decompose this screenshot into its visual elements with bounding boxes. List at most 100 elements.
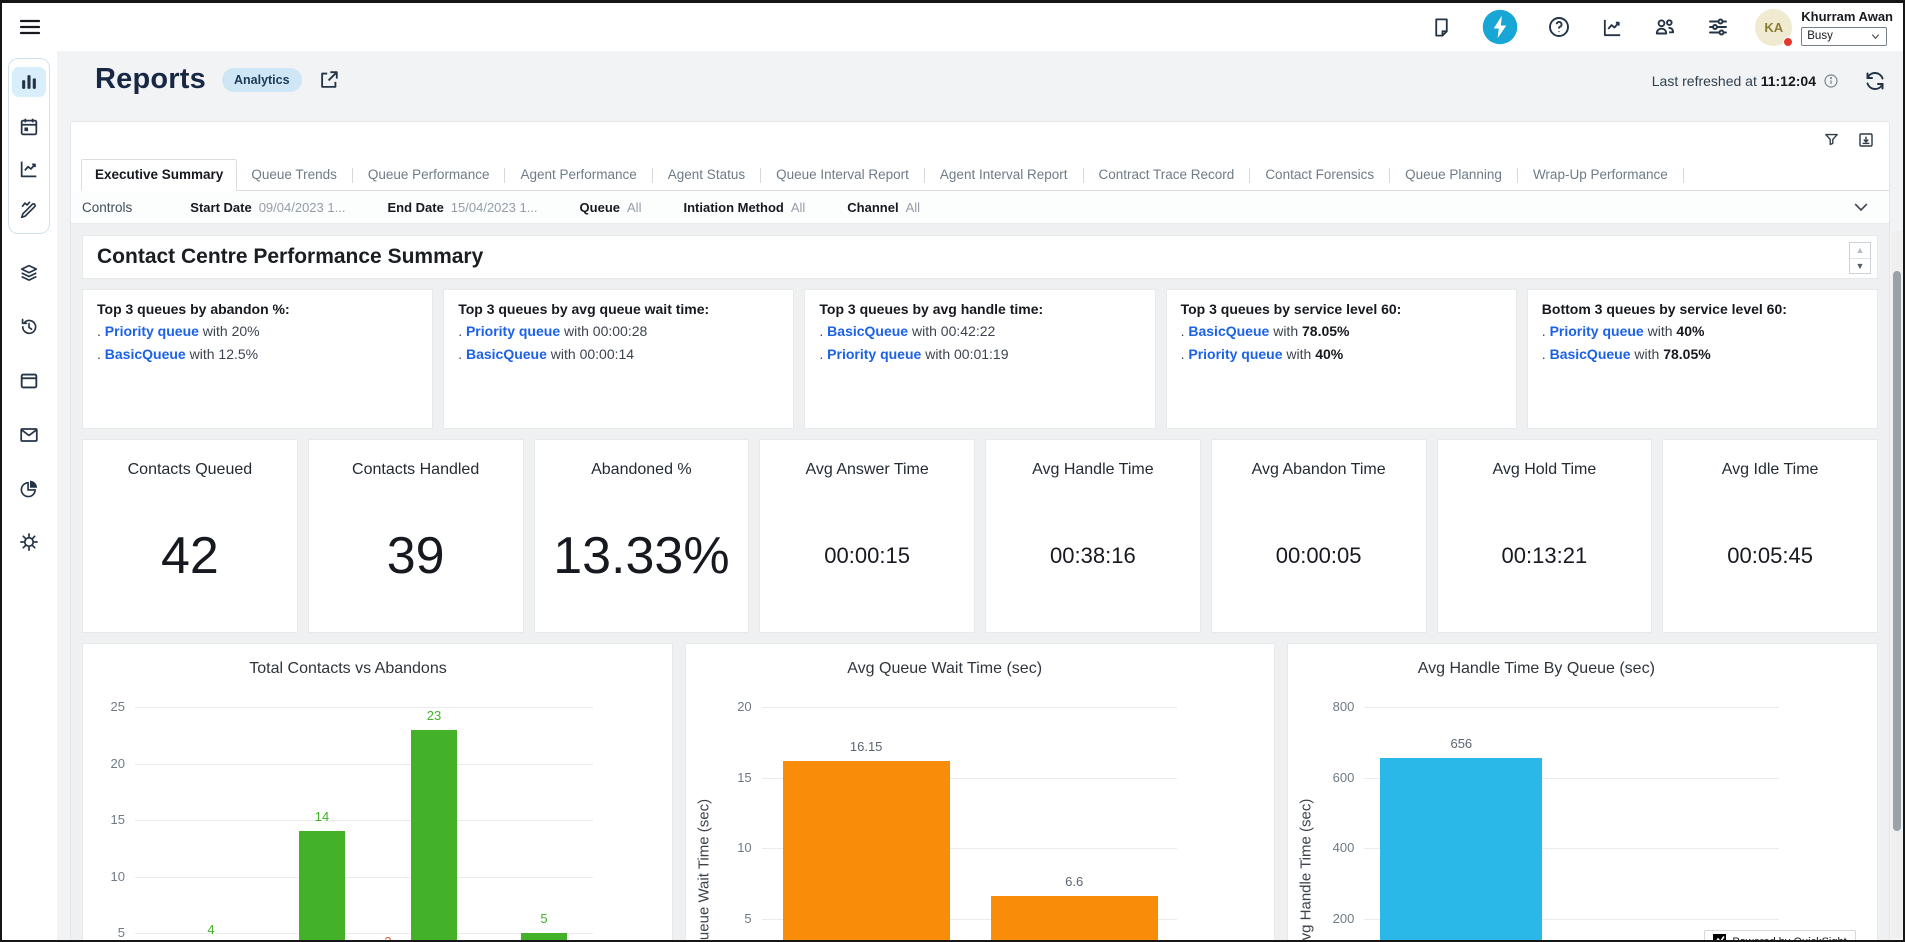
- kpi-value-wrap: 13.33%: [535, 479, 749, 632]
- pie-chart-icon[interactable]: [12, 474, 46, 504]
- y-tick-label: 20: [686, 699, 752, 714]
- tab-executive-summary[interactable]: Executive Summary: [81, 159, 237, 191]
- bar: [521, 933, 567, 940]
- flash-tasks-icon[interactable]: [1482, 9, 1518, 45]
- tab-queue-planning[interactable]: Queue Planning: [1391, 159, 1516, 191]
- tab-separator: [924, 168, 925, 183]
- powered-by-text: Powered by QuickSight: [1732, 936, 1846, 940]
- summary-value: 78.05%: [1663, 346, 1710, 362]
- summary-line: . BasicQueue with 78.05%: [1542, 345, 1863, 363]
- tab-agent-status[interactable]: Agent Status: [654, 159, 759, 191]
- tab-agent-performance[interactable]: Agent Performance: [506, 159, 650, 191]
- queue-link-basicqueue[interactable]: BasicQueue: [466, 346, 547, 362]
- hamburger-menu-icon[interactable]: [17, 15, 43, 39]
- kpi-value-wrap: 00:00:05: [1212, 479, 1426, 632]
- avatar[interactable]: KA: [1755, 9, 1792, 46]
- queue-link-priority-queue[interactable]: Priority queue: [466, 323, 560, 339]
- vertical-scrollbar[interactable]: [1892, 231, 1902, 938]
- filter-queue[interactable]: QueueAll: [580, 200, 642, 215]
- queue-link-basicqueue[interactable]: BasicQueue: [1550, 346, 1631, 362]
- tab-wrap-up-performance[interactable]: Wrap-Up Performance: [1519, 159, 1682, 191]
- agents-icon[interactable]: [1653, 15, 1677, 39]
- summary-line: . Priority queue with 40%: [1542, 322, 1863, 340]
- settings-icon[interactable]: [12, 527, 46, 557]
- info-icon[interactable]: [1823, 73, 1839, 89]
- help-icon[interactable]: [1547, 15, 1571, 39]
- queue-link-priority-queue[interactable]: Priority queue: [105, 323, 199, 339]
- kpi-value: 13.33%: [553, 526, 729, 586]
- summary-card-1: Top 3 queues by abandon %:. Priority que…: [82, 289, 433, 429]
- kpi-value: 00:00:15: [824, 543, 910, 569]
- sheet-scroll-spinner: ▲ ▼: [1849, 242, 1871, 274]
- queue-link-priority-queue[interactable]: Priority queue: [1550, 323, 1644, 339]
- metrics-icon[interactable]: [1600, 15, 1624, 39]
- filter-start-date[interactable]: Start Date09/04/2023 1...: [190, 200, 345, 215]
- external-link-icon[interactable]: [318, 69, 340, 91]
- kpi-value: 00:00:05: [1276, 543, 1362, 569]
- kpi-card-contacts-handled: Contacts Handled39: [308, 439, 524, 633]
- queue-link-basicqueue[interactable]: BasicQueue: [827, 323, 908, 339]
- queue-link-priority-queue[interactable]: Priority queue: [827, 346, 921, 362]
- calendar-icon[interactable]: [12, 112, 46, 142]
- tab-queue-interval-report[interactable]: Queue Interval Report: [762, 159, 923, 191]
- gridline: [762, 707, 1177, 708]
- kpi-card-avg-hold-time: Avg Hold Time00:13:21: [1437, 439, 1653, 633]
- gridline: [135, 707, 593, 708]
- export-icon[interactable]: [1857, 131, 1875, 149]
- last-refreshed-time: 11:12:04: [1761, 73, 1816, 89]
- status-select[interactable]: Busy: [1801, 27, 1887, 46]
- summary-cards: Top 3 queues by abandon %: . Priority que…: [82, 289, 1878, 429]
- tab-separator: [1683, 168, 1684, 183]
- reports-icon[interactable]: [12, 67, 46, 97]
- notes-icon[interactable]: [1429, 15, 1453, 39]
- kpi-card-avg-abandon-time: Avg Abandon Time 00:00:05: [1211, 439, 1427, 633]
- summary-value: 40%: [1315, 346, 1343, 362]
- summary-value: 00:42:22: [941, 323, 996, 339]
- history-icon[interactable]: [12, 312, 46, 342]
- chart-card-avg-queue-wait-time-sec: Avg Queue Wait Time (sec)ueue Wait Time …: [685, 643, 1276, 940]
- scroll-up-icon[interactable]: ▲: [1850, 243, 1870, 259]
- filter-channel[interactable]: ChannelAll: [847, 200, 920, 215]
- charts-row: Total Contacts vs Abandons25201510541432…: [82, 643, 1878, 940]
- main-content: Reports Analytics Last refreshed at 11:1…: [57, 51, 1903, 940]
- analytics-badge: Analytics: [222, 68, 302, 92]
- tab-queue-trends[interactable]: Queue Trends: [237, 159, 351, 191]
- layers-icon[interactable]: [12, 258, 46, 288]
- filter-intiation-method[interactable]: Intiation MethodAll: [683, 200, 805, 215]
- sheet-title: Contact Centre Performance Summary: [83, 245, 483, 269]
- y-tick-label: 10: [686, 840, 752, 855]
- tab-agent-interval-report[interactable]: Agent Interval Report: [926, 159, 1082, 191]
- quicksight-logo-icon: [1713, 934, 1726, 940]
- tab-contact-forensics[interactable]: Contact Forensics: [1251, 159, 1388, 191]
- scrollbar-thumb[interactable]: [1893, 271, 1901, 831]
- window-icon[interactable]: [12, 366, 46, 396]
- filter-funnel-icon[interactable]: [1822, 131, 1840, 149]
- refresh-icon[interactable]: [1863, 69, 1887, 93]
- summary-card-title: Top 3 queues by abandon %:: [97, 301, 418, 317]
- kpi-label: Avg Abandon Time: [1252, 461, 1386, 479]
- kpi-card-avg-answer-time: Avg Answer Time00:00:15: [759, 439, 975, 633]
- mail-icon[interactable]: [12, 420, 46, 450]
- kpi-value-wrap: 42: [83, 479, 297, 632]
- tab-contract-trace-record[interactable]: Contract Trace Record: [1085, 159, 1249, 191]
- scroll-down-icon[interactable]: ▼: [1850, 259, 1870, 274]
- summary-card-3: Top 3 queues by avg handle time:. BasicQ…: [804, 289, 1155, 429]
- summary-value: 00:00:14: [580, 346, 635, 362]
- queue-link-basicqueue[interactable]: BasicQueue: [105, 346, 186, 362]
- kpi-label: Contacts Handled: [352, 461, 479, 479]
- forecasting-icon[interactable]: [12, 195, 46, 225]
- summary-card-4: Top 3 queues by service level 60:. Basic…: [1166, 289, 1517, 429]
- queue-link-priority-queue[interactable]: Priority queue: [1188, 346, 1282, 362]
- summary-line: . Priority queue with 00:00:28: [458, 322, 779, 340]
- preferences-icon[interactable]: [1706, 15, 1730, 39]
- summary-card-title: Top 3 queues by avg handle time:: [819, 301, 1140, 317]
- summary-card-title: Top 3 queues by service level 60:: [1181, 301, 1502, 317]
- tab-queue-performance[interactable]: Queue Performance: [354, 159, 504, 191]
- summary-line: . BasicQueue with 00:00:14: [458, 345, 779, 363]
- filter-end-date[interactable]: End Date15/04/2023 1...: [387, 200, 537, 215]
- kpi-value: 00:05:45: [1727, 543, 1813, 569]
- queue-link-basicqueue[interactable]: BasicQueue: [1188, 323, 1269, 339]
- chevron-down-icon[interactable]: [1851, 197, 1871, 217]
- metrics-icon[interactable]: [12, 154, 46, 184]
- page-header: Reports Analytics: [95, 63, 340, 96]
